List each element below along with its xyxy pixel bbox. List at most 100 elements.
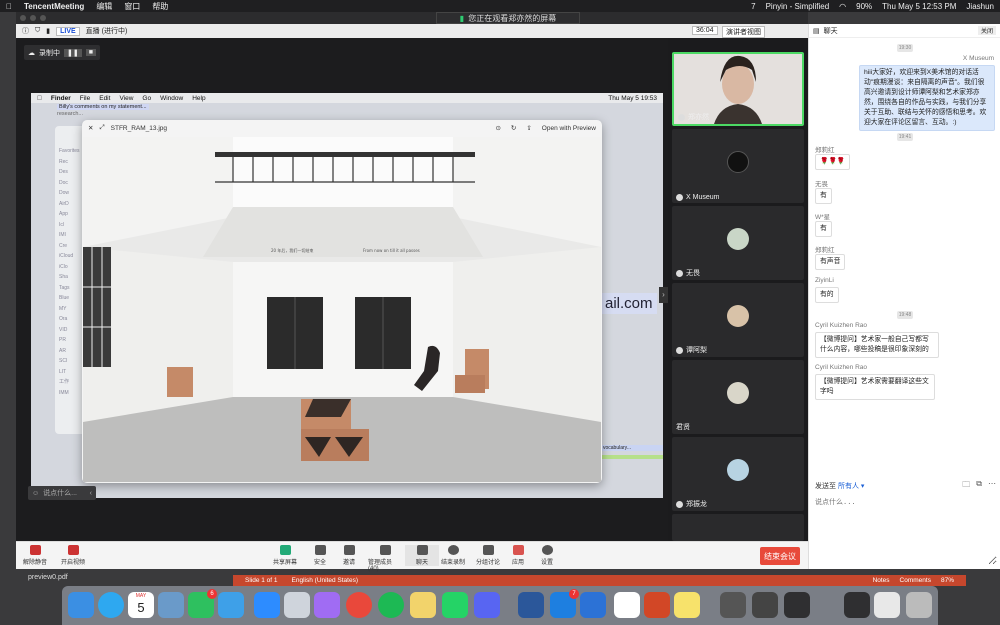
photos-icon[interactable] [284, 592, 310, 618]
menubar-item-edit[interactable]: 编辑 [96, 1, 112, 12]
signal-bars-icon[interactable]: ▮ [46, 27, 50, 35]
chat-button[interactable]: 聊天 [405, 545, 439, 566]
chat-message[interactable]: hiii大家好，欢迎来到X美术馆的对话活动"痕期漫谈：来自隔离的声音"。我们很高… [859, 65, 995, 131]
notes-button[interactable]: Notes [873, 577, 890, 584]
folder-icon[interactable]: 🗀 [962, 479, 970, 493]
calendar-icon[interactable]: MAY 5 [128, 592, 154, 618]
settings-button[interactable]: 设置 [530, 545, 564, 566]
close-window-icon[interactable] [20, 15, 26, 21]
live-badge[interactable]: LIVE [56, 26, 80, 36]
participant-tile[interactable]: 无畏 [672, 206, 804, 280]
stop-recording-button[interactable]: 结束录制 [436, 545, 470, 566]
participant-name-text: 无畏 [686, 270, 700, 277]
close-chat-button[interactable]: 关闭 [977, 26, 996, 35]
wifi-icon[interactable]: ◠ [839, 2, 846, 11]
participant-tile-speaker[interactable]: 郑亦然 [672, 52, 804, 126]
share-icon[interactable]: ⇪ [526, 124, 531, 132]
participant-tile[interactable]: X Museum [672, 129, 804, 203]
safari-icon[interactable] [98, 592, 124, 618]
discord-icon[interactable] [474, 592, 500, 618]
chevron-down-icon[interactable]: ▾ [861, 483, 865, 490]
whatsapp-icon[interactable] [442, 592, 468, 618]
chat-tools: 🗀 ⧉ ⋯ [962, 479, 996, 493]
rotate-icon[interactable]: ↻ [511, 124, 516, 132]
collapse-participants-icon[interactable]: › [659, 287, 668, 303]
say-something-input[interactable]: ☺ 说点什么... ‹ [28, 486, 96, 500]
zoom-app-icon[interactable] [254, 592, 280, 618]
chat-message[interactable]: 【微博提问】艺术家一般自己写都写什么内容，哪些投稿是很印象深刻的 [815, 332, 939, 358]
open-with-preview-button[interactable]: Open with Preview [542, 125, 596, 132]
input-method[interactable]: Pinyin - Simplified [766, 2, 830, 11]
recent-window-icon[interactable] [720, 592, 746, 618]
participant-tile[interactable]: 郑振龙 [672, 437, 804, 511]
trash-icon[interactable] [906, 592, 932, 618]
send-to-value[interactable]: 所有人 [838, 483, 859, 490]
wps-icon[interactable] [614, 592, 640, 618]
emoji-icon[interactable]: ☺ [32, 490, 39, 497]
zoom-level[interactable]: 87% [941, 577, 954, 584]
recent-window-icon[interactable] [784, 592, 810, 618]
chat-message[interactable]: 有 [815, 221, 832, 237]
manage-members-button[interactable]: 管理成员(40) [368, 545, 402, 572]
comments-button[interactable]: Comments [900, 577, 931, 584]
downloads-icon[interactable] [874, 592, 900, 618]
security-shield-icon[interactable]: ⛉ [35, 27, 40, 35]
desktop-file-label[interactable]: preview0.pdf [28, 574, 68, 581]
collapse-icon[interactable]: ‹ [90, 490, 92, 497]
more-icon[interactable]: ⋯ [988, 479, 996, 493]
menubar-clock[interactable]: Thu May 5 12:53 PM [882, 2, 956, 11]
unmute-button[interactable]: 解除静音 [18, 545, 52, 566]
participant-name-text: 君贤 [676, 424, 690, 431]
recent-window-icon[interactable] [844, 592, 870, 618]
menubar-app-name[interactable]: TencentMeeting [24, 2, 84, 11]
view-mode-button[interactable]: 演讲者视图 [722, 26, 765, 38]
chat-message[interactable]: 有 [815, 188, 832, 204]
zoom-window-icon[interactable] [40, 15, 46, 21]
participant-tile[interactable]: 君贤 [672, 360, 804, 434]
word-icon[interactable] [518, 592, 544, 618]
close-preview-icon[interactable]: ✕ [88, 124, 93, 132]
messenger-icon[interactable] [314, 592, 340, 618]
send-to-selector[interactable]: 发送至 所有人 ▾ [815, 481, 864, 491]
end-meeting-button[interactable]: 结束会议 [760, 547, 800, 565]
chrome-icon[interactable] [346, 592, 372, 618]
pages-icon[interactable] [410, 592, 436, 618]
menubar-item-help[interactable]: 帮助 [152, 1, 168, 12]
chat-input[interactable] [813, 495, 997, 565]
tencent-meeting-icon[interactable] [580, 592, 606, 618]
fullscreen-icon[interactable]: ⤢ [99, 124, 104, 132]
chat-message[interactable]: 有声音 [815, 254, 846, 270]
language-indicator[interactable]: English (United States) [292, 577, 358, 584]
chat-message[interactable]: 🌹🌹🌹 [815, 154, 851, 170]
powerpoint-icon[interactable] [644, 592, 670, 618]
chat-message[interactable]: 【微博提问】艺术家需要翻译这些文字吗 [815, 374, 935, 400]
wechat-icon[interactable]: 6 [188, 589, 217, 618]
markup-icon[interactable]: ⊙ [495, 124, 500, 132]
chat-timestamp: 19:48 [897, 311, 913, 319]
menubar-item-window[interactable]: 窗口 [124, 1, 140, 12]
stickies-icon[interactable] [674, 592, 700, 618]
menubar-user[interactable]: Jiashun [966, 2, 994, 11]
mail-icon[interactable]: 7 [550, 589, 579, 618]
spotify-icon[interactable] [378, 592, 404, 618]
recent-window-icon[interactable] [752, 592, 778, 618]
share-screen-button[interactable]: 共享屏幕 [268, 545, 302, 566]
apple-icon[interactable]:  [6, 2, 12, 11]
chat-timestamp: 19:41 [897, 133, 913, 141]
start-video-button[interactable]: 开启视频 [56, 545, 90, 566]
chat-message[interactable]: 有的 [815, 287, 839, 303]
battery-level[interactable]: 90% [856, 2, 872, 11]
info-icon[interactable]: ⓘ [22, 26, 29, 36]
stop-recording-icon[interactable]: ■ [85, 49, 96, 56]
pause-recording-icon[interactable]: ❚❚ [64, 48, 82, 57]
invite-button[interactable]: 邀请 [332, 545, 366, 566]
screenshot-icon[interactable]: ⧉ [976, 479, 982, 493]
minimize-window-icon[interactable] [30, 15, 36, 21]
finder-icon[interactable] [68, 592, 94, 618]
participant-tile[interactable]: 谭阿梨 [672, 283, 804, 357]
preview-app-icon[interactable] [158, 592, 184, 618]
participant-tile[interactable] [672, 514, 804, 541]
notification-count[interactable]: 7 [751, 2, 755, 11]
messages-icon[interactable] [218, 592, 244, 618]
breakout-rooms-button[interactable]: 分组讨论 [471, 545, 505, 566]
